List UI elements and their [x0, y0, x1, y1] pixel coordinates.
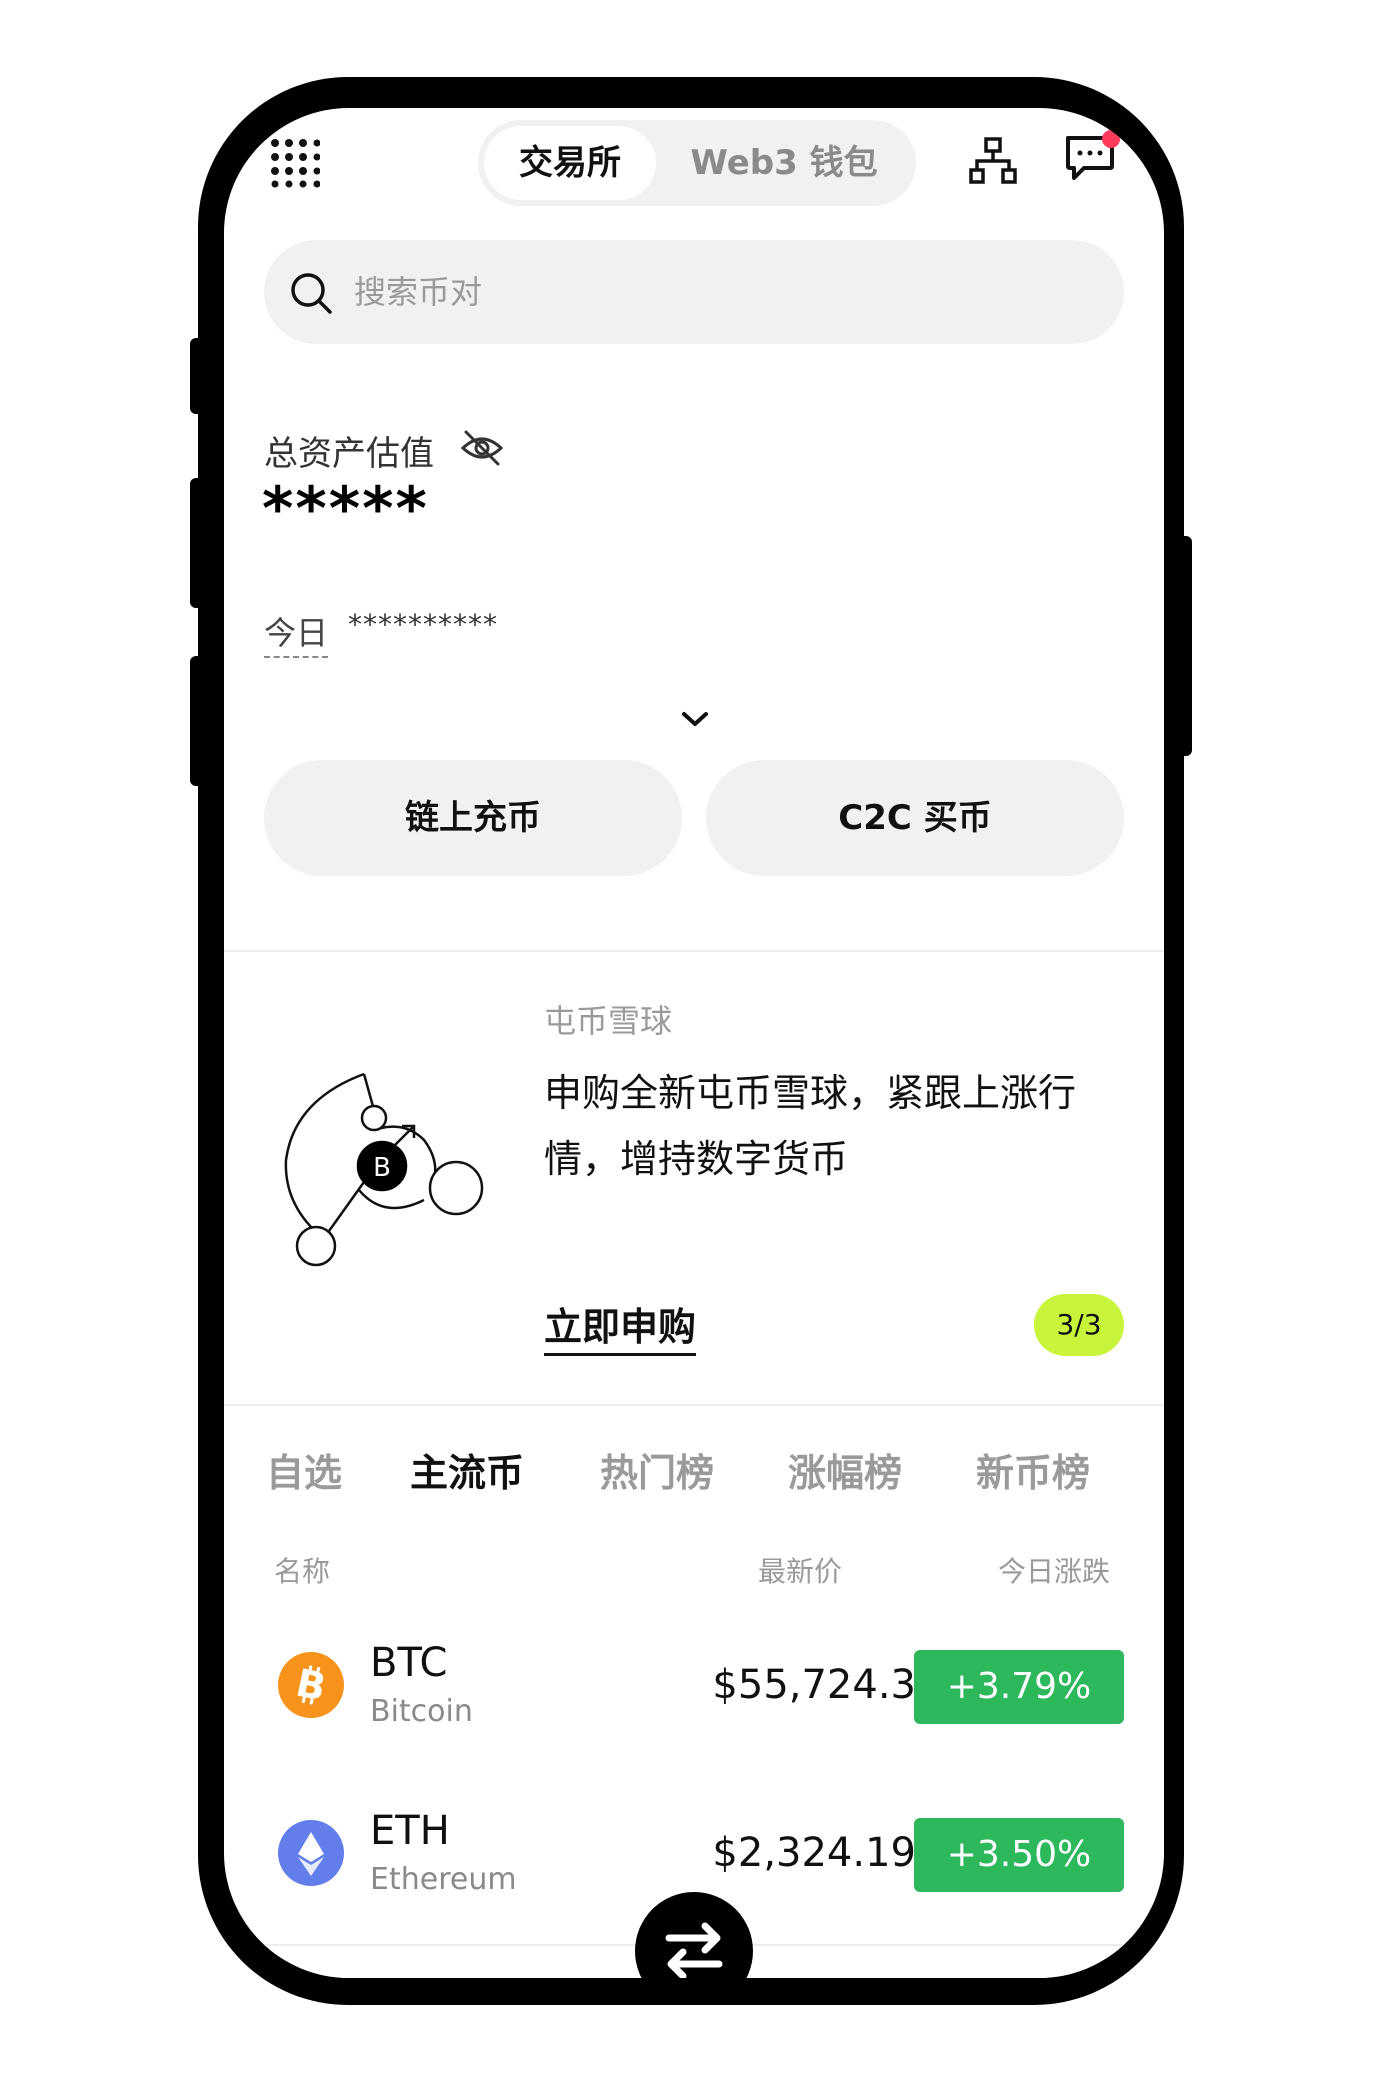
notification-dot: [1102, 130, 1120, 148]
search-bar[interactable]: 搜索币对: [264, 240, 1124, 344]
snowball-illustration: B: [274, 1070, 494, 1270]
mode-switch: 交易所 Web3 钱包: [478, 120, 916, 206]
swap-arrows-icon: [665, 1922, 723, 1978]
onchain-deposit-button[interactable]: 链上充币: [264, 760, 682, 876]
today-pnl-label[interactable]: 今日: [264, 608, 329, 658]
coin-price: $2,324.19: [712, 1830, 916, 1876]
column-header-name[interactable]: 名称: [274, 1550, 330, 1590]
column-header-change[interactable]: 今日涨跌: [998, 1550, 1110, 1590]
chevron-down-icon[interactable]: [678, 708, 712, 730]
eye-off-icon[interactable]: [460, 428, 504, 468]
tab-exchange[interactable]: 交易所: [484, 120, 656, 206]
coin-name: Ethereum: [370, 1862, 517, 1897]
section-divider: [224, 1404, 1164, 1406]
table-row[interactable]: B BTC Bitcoin $55,724.3 +3.79%: [224, 1628, 1164, 1748]
tab-favorites[interactable]: 自选: [266, 1442, 342, 1497]
carousel-page-badge: 3/3: [1034, 1294, 1124, 1356]
change-badge: +3.79%: [914, 1650, 1124, 1724]
tab-mainstream[interactable]: 主流币: [410, 1442, 524, 1497]
total-assets-label: 总资产估值: [264, 434, 434, 474]
section-divider: [224, 950, 1164, 952]
change-badge: +3.50%: [914, 1818, 1124, 1892]
tab-gainers[interactable]: 涨幅榜: [788, 1442, 902, 1497]
bitcoin-icon: B: [278, 1652, 344, 1718]
total-assets-value: *****: [262, 474, 429, 544]
coin-name: Bitcoin: [370, 1694, 473, 1729]
apps-grid-icon[interactable]: [270, 138, 321, 188]
tab-hot[interactable]: 热门榜: [600, 1442, 714, 1497]
column-header-price[interactable]: 最新价: [758, 1550, 842, 1590]
search-icon: [288, 270, 334, 316]
search-placeholder: 搜索币对: [354, 273, 483, 311]
tab-new-listings[interactable]: 新币榜: [976, 1442, 1090, 1497]
today-pnl-value: **********: [348, 608, 498, 641]
c2c-buy-button[interactable]: C2C 买币: [706, 760, 1124, 876]
tab-web3-wallet[interactable]: Web3 钱包: [664, 120, 904, 206]
app-screen: 交易所 Web3 钱包 搜索币对 总资产估值 ***** 今日 ********…: [224, 108, 1164, 1978]
ethereum-icon: [278, 1820, 344, 1886]
coin-symbol: BTC: [370, 1640, 448, 1686]
coin-price: $55,724.3: [712, 1662, 916, 1708]
svg-text:B: B: [373, 1153, 391, 1183]
trade-swap-button[interactable]: [635, 1892, 753, 1978]
network-icon[interactable]: [968, 136, 1018, 186]
promo-description: 申购全新屯币雪球，紧跟上涨行情，增持数字货币: [544, 1071, 1077, 1181]
promo-tag: 屯币雪球: [544, 1002, 673, 1040]
coin-symbol: ETH: [370, 1808, 450, 1854]
subscribe-now-link[interactable]: 立即申购: [544, 1296, 697, 1356]
